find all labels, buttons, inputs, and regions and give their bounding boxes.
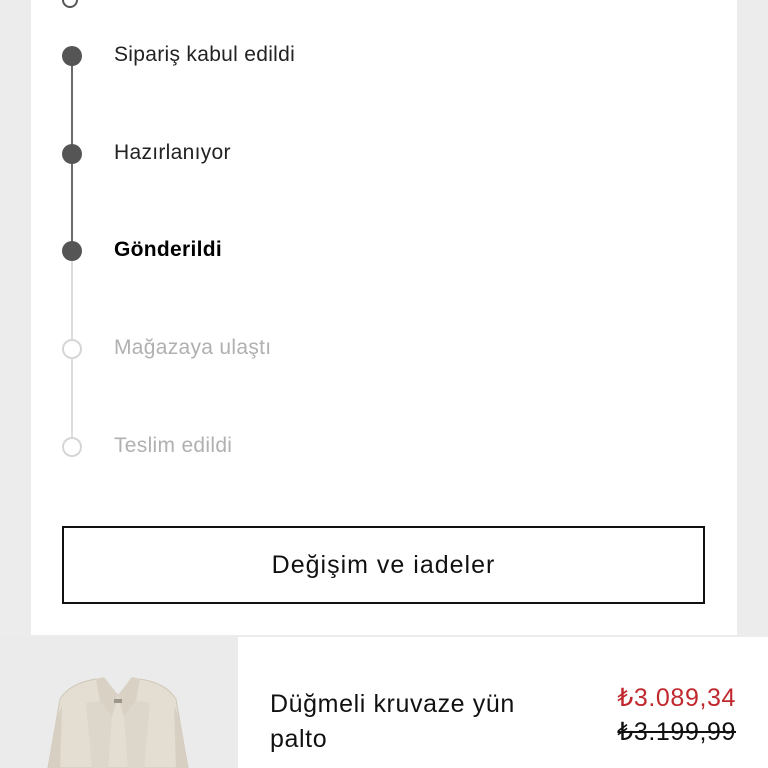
step-pending-icon	[62, 339, 82, 359]
timeline-step-ordered: Sipariş kabul edildi	[0, 36, 700, 76]
step-complete-icon	[62, 46, 82, 66]
step-label: Sipariş kabul edildi	[114, 43, 296, 66]
step-complete-icon	[62, 144, 82, 164]
exchanges-returns-button[interactable]: Değişim ve iadeler	[62, 526, 705, 604]
coat-image-icon	[0, 637, 238, 768]
step-label: Mağazaya ulaştı	[114, 336, 272, 359]
product-name[interactable]: Düğmeli kruvaze yün palto	[270, 687, 570, 757]
exchanges-returns-label: Değişim ve iadeler	[271, 550, 496, 579]
product-price-current: ₺3.089,34	[617, 684, 736, 712]
order-timeline: Sipariş kabul edildi Hazırlanıyor Gönder…	[0, 0, 768, 500]
product-image[interactable]	[0, 637, 238, 768]
timeline-step-delivered: Teslim edildi	[0, 427, 700, 467]
order-product-item[interactable]: Düğmeli kruvaze yün palto ₺3.089,34 ₺3.1…	[0, 637, 768, 768]
step-pending-icon	[62, 437, 82, 457]
timeline-step-preparing: Hazırlanıyor	[0, 134, 700, 174]
step-label: Hazırlanıyor	[114, 141, 231, 164]
product-price-original: ₺3.199,99	[617, 718, 736, 746]
timeline-step-shipped: Gönderildi	[0, 231, 700, 271]
timeline-step-at-store: Mağazaya ulaştı	[0, 329, 700, 369]
step-current-icon	[62, 241, 82, 261]
step-label: Gönderildi	[114, 238, 222, 261]
step-label: Teslim edildi	[114, 434, 233, 457]
